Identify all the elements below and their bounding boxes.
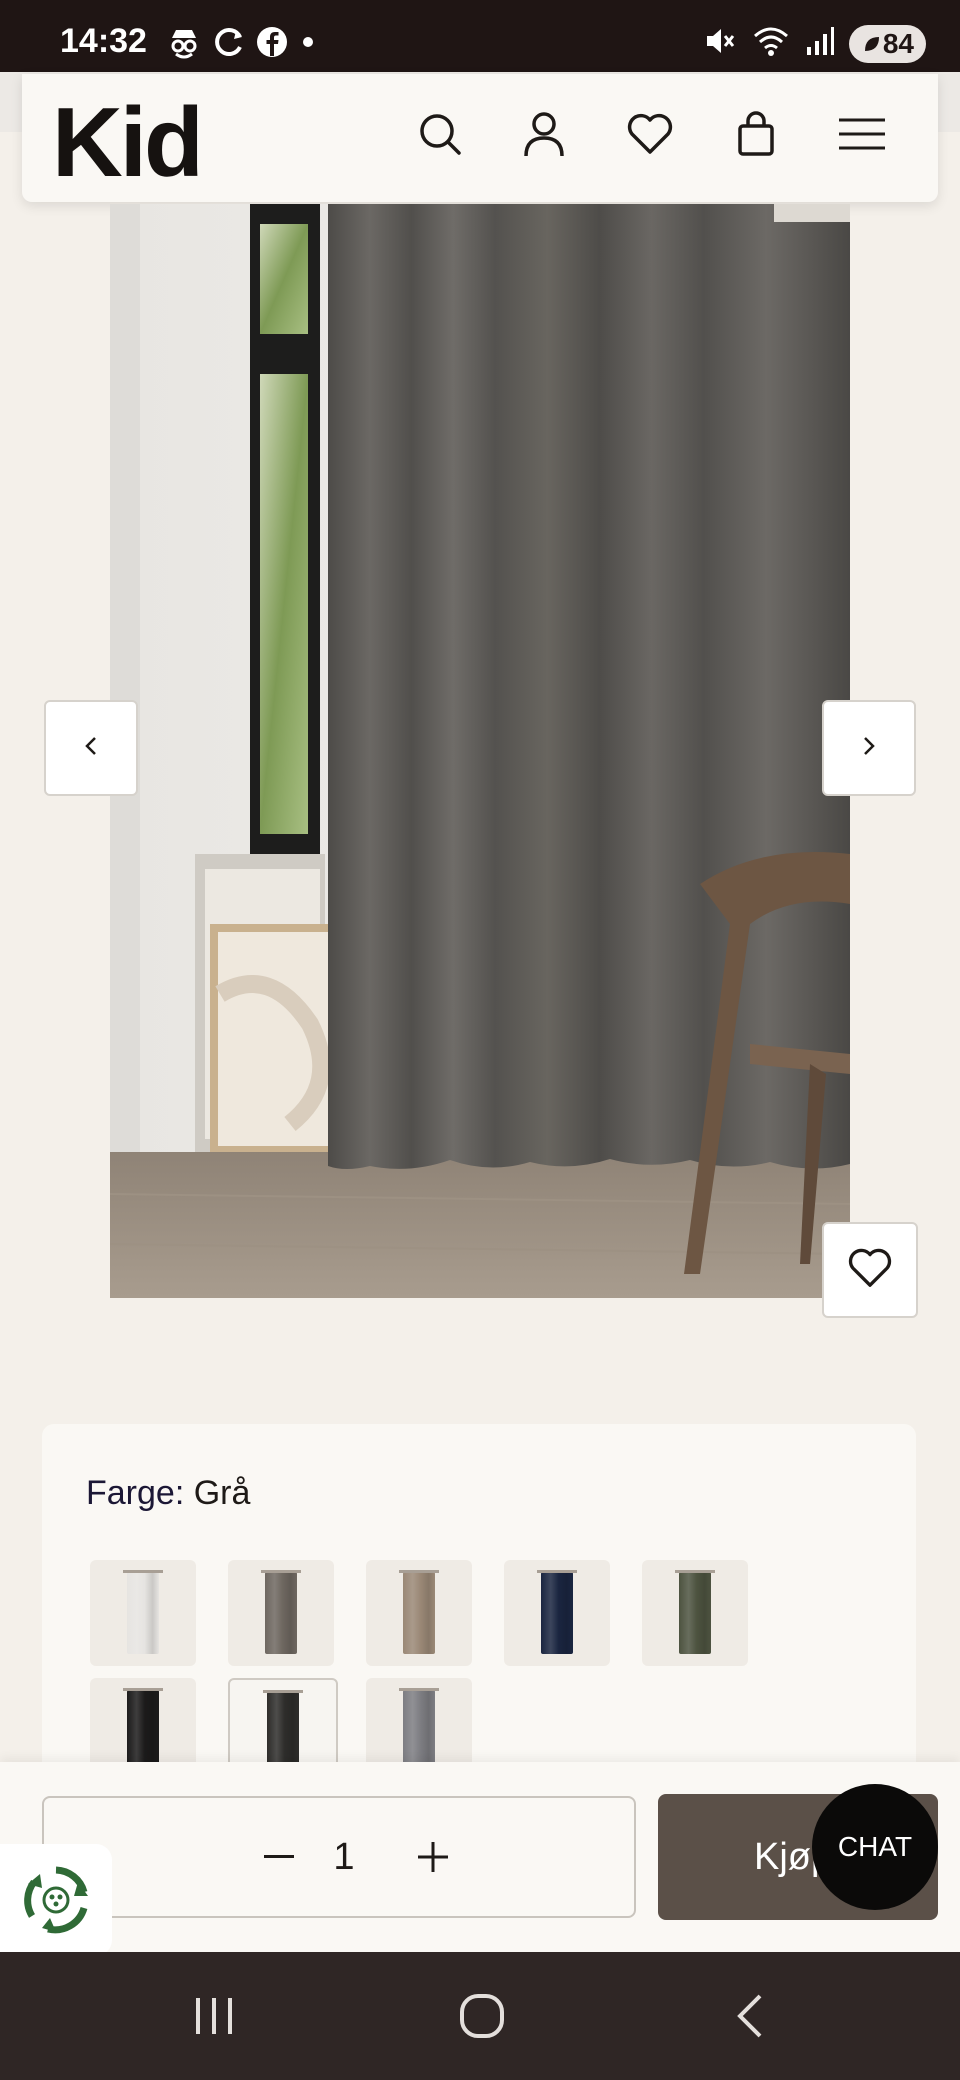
gallery-prev-button[interactable] xyxy=(44,700,138,796)
search-icon[interactable] xyxy=(408,102,472,166)
status-icons-left xyxy=(166,24,318,65)
add-to-wishlist-button[interactable] xyxy=(822,1222,918,1318)
product-photo xyxy=(110,204,850,1298)
cart-icon[interactable] xyxy=(724,102,788,166)
facebook-icon xyxy=(256,26,288,63)
color-label-title: Farge: xyxy=(86,1474,185,1512)
color-swatch-beige[interactable] xyxy=(366,1560,472,1666)
color-swatch-olive[interactable] xyxy=(642,1560,748,1666)
battery-icon: 84 xyxy=(848,24,926,63)
status-icons-right: 84 xyxy=(703,24,926,63)
recycle-icon xyxy=(24,1866,88,1934)
menu-icon[interactable] xyxy=(830,102,894,166)
quantity-decrease-button[interactable] xyxy=(254,1832,304,1882)
incognito-icon xyxy=(166,24,202,65)
wishlist-icon[interactable] xyxy=(618,102,682,166)
quantity-increase-button[interactable] xyxy=(408,1832,458,1882)
swatch-curtain-thumbnail xyxy=(399,1570,439,1654)
back-icon[interactable] xyxy=(720,1988,780,2044)
color-label-value: Grå xyxy=(193,1474,251,1512)
swatch-curtain-thumbnail xyxy=(261,1570,301,1654)
site-header: Kid xyxy=(22,74,938,202)
status-time: 14:32 xyxy=(60,22,147,60)
color-swatch-white[interactable] xyxy=(90,1560,196,1666)
minus-icon xyxy=(264,1855,294,1858)
system-nav-bar xyxy=(0,1952,960,2080)
battery-level: 84 xyxy=(882,27,914,59)
status-bar: 14:32 84 xyxy=(0,0,960,72)
chevron-right-icon xyxy=(860,734,878,763)
quantity-value[interactable]: 1 xyxy=(324,1836,364,1879)
swatch-curtain-thumbnail xyxy=(675,1570,715,1654)
signal-icon xyxy=(805,25,835,62)
color-swatch-grey-brown[interactable] xyxy=(228,1560,334,1666)
swatch-curtain-thumbnail xyxy=(123,1570,163,1654)
wifi-icon xyxy=(751,24,791,63)
dot-icon xyxy=(298,32,318,57)
heart-icon xyxy=(847,1247,893,1294)
product-image[interactable] xyxy=(110,204,850,1298)
chat-button[interactable]: CHAT xyxy=(812,1784,938,1910)
swatch-curtain-thumbnail xyxy=(537,1570,577,1654)
recycle-badge[interactable] xyxy=(0,1844,112,1956)
chevron-left-icon xyxy=(82,734,100,763)
logo[interactable]: Kid xyxy=(52,86,204,199)
swatch-curtain-thumbnail xyxy=(123,1688,163,1772)
color-swatch-navy[interactable] xyxy=(504,1560,610,1666)
recent-apps-icon[interactable] xyxy=(184,1988,244,2044)
chat-label: CHAT xyxy=(837,1831,913,1862)
account-icon[interactable] xyxy=(512,102,576,166)
home-icon[interactable] xyxy=(452,1988,512,2044)
plus-icon xyxy=(418,1842,448,1872)
quantity-stepper: 1 xyxy=(42,1796,636,1918)
sync-icon xyxy=(212,25,246,64)
mute-icon xyxy=(703,24,737,63)
swatch-curtain-thumbnail xyxy=(399,1688,439,1772)
color-label: Farge: Grå xyxy=(86,1474,250,1513)
gallery-next-button[interactable] xyxy=(822,700,916,796)
